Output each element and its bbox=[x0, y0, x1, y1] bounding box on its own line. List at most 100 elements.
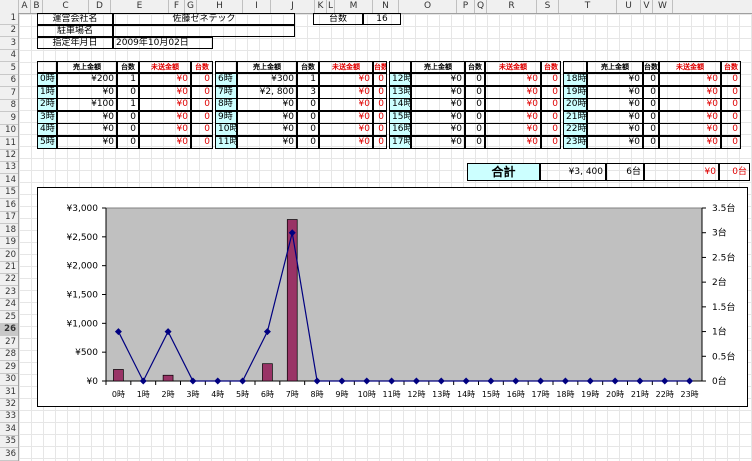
units-cell[interactable]: 0 bbox=[117, 85, 139, 99]
unsent-cell[interactable]: ¥0 bbox=[139, 110, 191, 124]
units-cell[interactable]: 0 bbox=[643, 110, 659, 124]
column-header-h[interactable]: H bbox=[197, 0, 243, 13]
row-header-33[interactable]: 33 bbox=[0, 411, 18, 424]
unsent-units-cell[interactable]: 0 bbox=[721, 123, 741, 136]
row-header-9[interactable]: 9 bbox=[0, 113, 18, 125]
units-cell[interactable]: 0 bbox=[465, 135, 485, 149]
units-cell[interactable]: 0 bbox=[117, 110, 139, 124]
sales-cell[interactable]: ¥0 bbox=[411, 123, 465, 136]
parking-value[interactable] bbox=[113, 25, 295, 37]
unsent-cell[interactable]: ¥0 bbox=[139, 98, 191, 111]
row-header-31[interactable]: 31 bbox=[0, 387, 18, 399]
unsent-units-cell[interactable]: 0 bbox=[721, 73, 741, 86]
units-cell[interactable]: 0 bbox=[117, 135, 139, 149]
unsent-units-cell[interactable]: 0 bbox=[721, 135, 741, 149]
unsent-cell[interactable]: ¥0 bbox=[659, 98, 721, 111]
total-units[interactable]: 6台 bbox=[606, 163, 644, 181]
unsent-cell[interactable]: ¥0 bbox=[485, 98, 541, 111]
column-header-l[interactable]: L bbox=[327, 0, 335, 13]
row-header-4[interactable]: 4 bbox=[0, 50, 18, 63]
unsent-cell[interactable]: ¥0 bbox=[319, 98, 373, 111]
row-header-24[interactable]: 24 bbox=[0, 299, 18, 312]
sales-cell[interactable]: ¥0 bbox=[57, 135, 117, 149]
units-cell[interactable]: 0 bbox=[643, 98, 659, 111]
hourly-sales-chart[interactable]: ¥0 ¥500 ¥1,000 ¥1,500 ¥2,000 ¥2,500 ¥3,000 0台 0.… bbox=[37, 187, 748, 407]
row-header-5[interactable]: 5 bbox=[0, 63, 18, 75]
sales-cell[interactable]: ¥0 bbox=[587, 98, 643, 111]
unsent-units-cell[interactable]: 0 bbox=[373, 110, 387, 124]
sales-cell[interactable]: ¥0 bbox=[411, 85, 465, 99]
unsent-units-cell[interactable]: 0 bbox=[373, 73, 387, 86]
date-value[interactable]: 2009年10月02日 bbox=[113, 37, 213, 49]
sales-cell[interactable]: ¥0 bbox=[411, 98, 465, 111]
row-header-6[interactable]: 6 bbox=[0, 75, 18, 88]
sales-cell[interactable]: ¥2, 800 bbox=[237, 85, 297, 99]
units-cell[interactable]: 3 bbox=[297, 85, 319, 99]
unsent-units-cell[interactable]: 0 bbox=[373, 135, 387, 149]
sales-cell[interactable]: ¥0 bbox=[411, 135, 465, 149]
unsent-units-cell[interactable]: 0 bbox=[541, 73, 561, 86]
row-header-10[interactable]: 10 bbox=[0, 125, 18, 138]
units-cell[interactable]: 0 bbox=[643, 85, 659, 99]
row-header-14[interactable]: 14 bbox=[0, 175, 18, 187]
column-header-v[interactable]: V bbox=[641, 0, 653, 13]
unsent-units-cell[interactable]: 0 bbox=[541, 110, 561, 124]
units-cell[interactable]: 0 bbox=[465, 85, 485, 99]
unsent-units-cell[interactable]: 0 bbox=[541, 85, 561, 99]
sales-cell[interactable]: ¥0 bbox=[587, 110, 643, 124]
sales-cell[interactable]: ¥0 bbox=[587, 73, 643, 86]
unsent-cell[interactable]: ¥0 bbox=[139, 73, 191, 86]
unsent-units-cell[interactable]: 0 bbox=[721, 85, 741, 99]
units-cell[interactable]: 0 bbox=[297, 98, 319, 111]
sales-cell[interactable]: ¥0 bbox=[237, 98, 297, 111]
unsent-units-cell[interactable]: 0 bbox=[541, 98, 561, 111]
column-header-o[interactable]: O bbox=[399, 0, 457, 13]
row-header-16[interactable]: 16 bbox=[0, 200, 18, 212]
row-header-34[interactable]: 34 bbox=[0, 424, 18, 436]
row-header-11[interactable]: 11 bbox=[0, 138, 18, 150]
units-cell[interactable]: 0 bbox=[465, 73, 485, 86]
row-header-13[interactable]: 13 bbox=[0, 162, 18, 175]
column-header-r[interactable]: R bbox=[487, 0, 537, 13]
row-header-36[interactable]: 36 bbox=[0, 449, 18, 461]
sales-cell[interactable]: ¥300 bbox=[237, 73, 297, 86]
column-header-e[interactable]: E bbox=[111, 0, 169, 13]
unsent-units-cell[interactable]: 0 bbox=[191, 85, 213, 99]
row-header-26[interactable]: 26 bbox=[0, 324, 18, 337]
unsent-cell[interactable]: ¥0 bbox=[319, 73, 373, 86]
row-header-28[interactable]: 28 bbox=[0, 349, 18, 362]
column-header-s[interactable]: S bbox=[537, 0, 559, 13]
row-header-20[interactable]: 20 bbox=[0, 250, 18, 262]
unsent-cell[interactable]: ¥0 bbox=[659, 123, 721, 136]
company-value[interactable]: 佐藤ゼネテック bbox=[113, 13, 295, 25]
row-header-29[interactable]: 29 bbox=[0, 362, 18, 374]
unsent-units-cell[interactable]: 0 bbox=[191, 73, 213, 86]
units-cell[interactable]: 0 bbox=[297, 110, 319, 124]
units-cell[interactable]: 0 bbox=[297, 123, 319, 136]
units-cell[interactable]: 0 bbox=[643, 73, 659, 86]
row-header-12[interactable]: 12 bbox=[0, 150, 18, 162]
column-header-b[interactable]: B bbox=[31, 0, 43, 13]
unsent-units-cell[interactable]: 0 bbox=[721, 110, 741, 124]
column-header-a[interactable]: A bbox=[19, 0, 31, 13]
units-cell[interactable]: 0 bbox=[643, 135, 659, 149]
column-header-t[interactable]: T bbox=[559, 0, 617, 13]
units-cell[interactable]: 1 bbox=[117, 98, 139, 111]
unsent-units-cell[interactable]: 0 bbox=[541, 135, 561, 149]
column-header-w[interactable]: W bbox=[653, 0, 673, 13]
unsent-cell[interactable]: ¥0 bbox=[485, 73, 541, 86]
units-cell[interactable]: 0 bbox=[643, 123, 659, 136]
column-header-p[interactable]: P bbox=[457, 0, 475, 13]
unsent-cell[interactable]: ¥0 bbox=[139, 123, 191, 136]
units-cell[interactable]: 1 bbox=[117, 73, 139, 86]
sales-cell[interactable]: ¥0 bbox=[411, 73, 465, 86]
column-header-q[interactable]: Q bbox=[475, 0, 487, 13]
unsent-cell[interactable]: ¥0 bbox=[319, 85, 373, 99]
sales-cell[interactable]: ¥0 bbox=[237, 135, 297, 149]
units-cell[interactable]: 0 bbox=[465, 98, 485, 111]
sales-cell[interactable]: ¥200 bbox=[57, 73, 117, 86]
column-header-m[interactable]: M bbox=[335, 0, 373, 13]
sales-cell[interactable]: ¥0 bbox=[237, 123, 297, 136]
column-header-j[interactable]: J bbox=[271, 0, 315, 13]
unsent-cell[interactable]: ¥0 bbox=[139, 85, 191, 99]
